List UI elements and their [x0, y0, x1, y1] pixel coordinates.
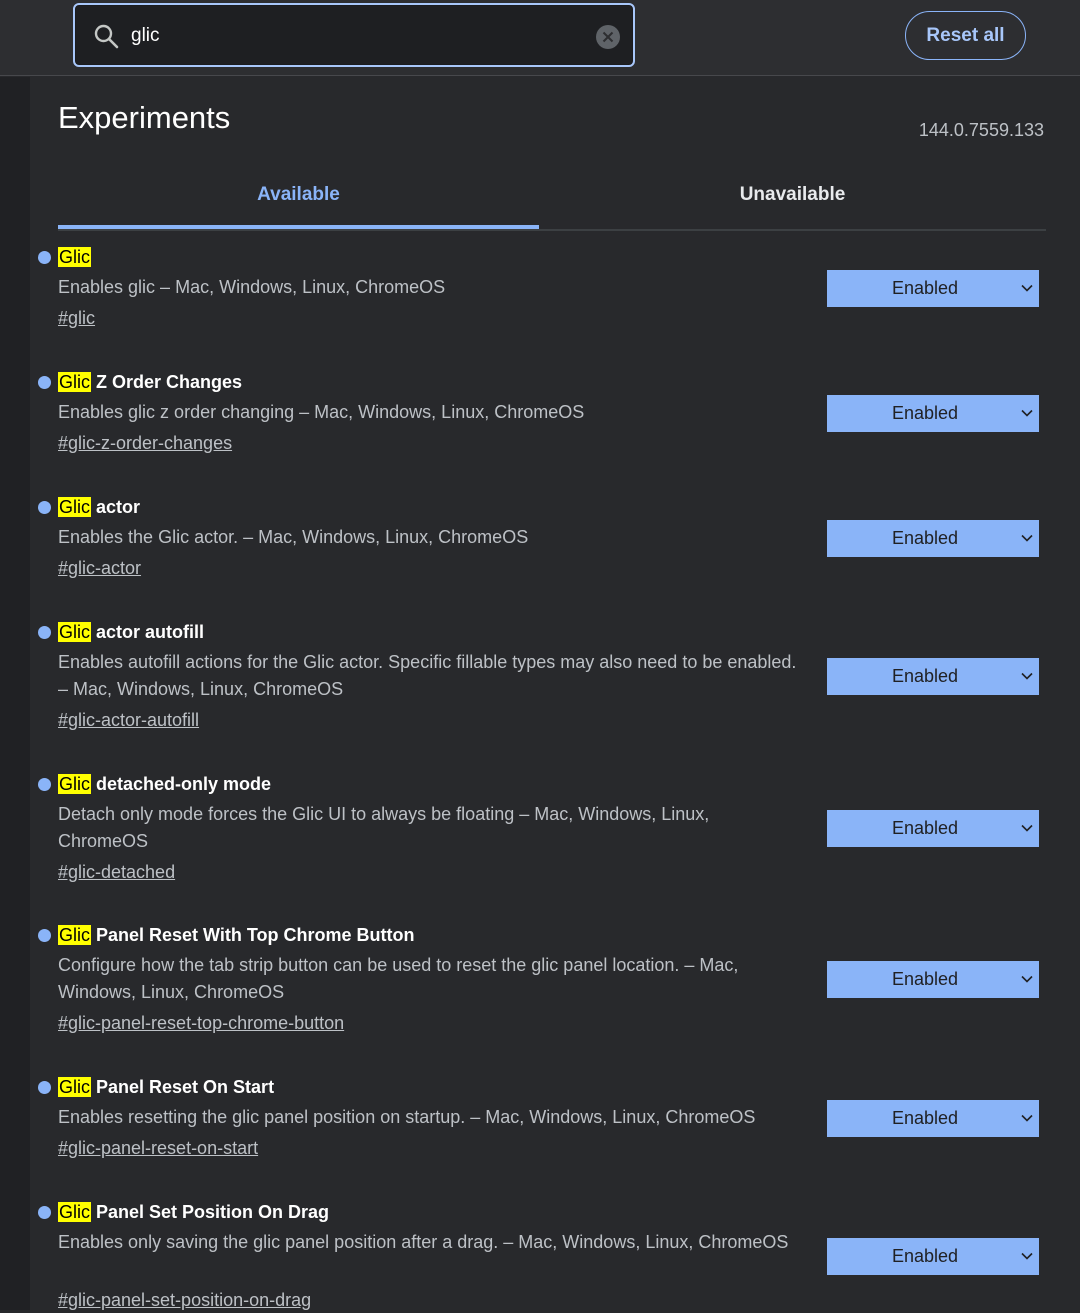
experiment-state-select[interactable]: Enabled — [827, 395, 1039, 432]
search-box[interactable] — [73, 3, 635, 67]
status-dot-icon — [38, 1206, 51, 1219]
status-dot-icon — [38, 929, 51, 942]
status-dot-icon — [38, 376, 51, 389]
page-title: Experiments — [58, 100, 231, 135]
search-match-highlight: Glic — [58, 925, 91, 945]
select-value: Enabled — [891, 1108, 959, 1128]
experiment-state-select[interactable]: Enabled — [827, 270, 1039, 307]
search-match-highlight: Glic — [58, 372, 91, 392]
experiment-link[interactable]: #glic-panel-reset-on-start — [58, 1135, 258, 1161]
left-gutter — [0, 77, 30, 1310]
experiment-description: Detach only mode forces the Glic UI to a… — [58, 804, 710, 851]
experiment-description: Configure how the tab strip button can b… — [58, 955, 739, 1002]
search-match-highlight: Glic — [58, 622, 91, 642]
experiment-description: Enables the Glic actor. – Mac, Windows, … — [58, 527, 529, 547]
status-dot-icon — [38, 626, 51, 639]
experiment-link[interactable]: #glic-z-order-changes — [58, 430, 232, 456]
experiment-item: Glic Panel Reset With Top Chrome Button … — [38, 922, 1048, 1052]
experiment-link[interactable]: #glic-actor-autofill — [58, 707, 199, 733]
experiment-description: Enables glic z order changing – Mac, Win… — [58, 402, 585, 422]
select-value: Enabled — [891, 528, 959, 548]
chevron-down-icon — [1021, 284, 1033, 292]
experiment-item: Glic Panel Reset On Start Enables resett… — [38, 1074, 1048, 1174]
experiment-item: Glic Enables glic – Mac, Windows, Linux,… — [38, 244, 1048, 344]
status-dot-icon — [38, 778, 51, 791]
experiment-title: Glic actor autofill — [58, 622, 205, 642]
experiment-link[interactable]: #glic-detached — [58, 859, 175, 885]
search-match-highlight: Glic — [58, 247, 91, 267]
experiment-title: Glic Panel Reset On Start — [58, 1077, 275, 1097]
select-value: Enabled — [891, 969, 959, 989]
chevron-down-icon — [1021, 1252, 1033, 1260]
chevron-down-icon — [1021, 975, 1033, 983]
reset-all-button[interactable]: Reset all — [905, 11, 1026, 60]
status-dot-icon — [38, 501, 51, 514]
search-match-highlight: Glic — [58, 1077, 91, 1097]
select-value: Enabled — [891, 818, 959, 838]
search-icon — [94, 24, 119, 49]
experiment-link[interactable]: #glic-panel-reset-top-chrome-button — [58, 1010, 344, 1036]
experiment-link[interactable]: #glic — [58, 305, 95, 331]
version-label: 144.0.7559.133 — [918, 120, 1044, 140]
status-dot-icon — [38, 251, 51, 264]
status-dot-icon — [38, 1081, 51, 1094]
experiment-title: Glic actor — [58, 497, 141, 517]
experiment-title: Glic detached-only mode — [58, 774, 272, 794]
experiment-item: Glic Z Order Changes Enables glic z orde… — [38, 369, 1048, 469]
chevron-down-icon — [1021, 1114, 1033, 1122]
tab-available[interactable]: Available — [58, 165, 539, 229]
experiment-state-select[interactable]: Enabled — [827, 658, 1039, 695]
tab-bar: Available Unavailable — [58, 165, 1046, 231]
experiment-state-select[interactable]: Enabled — [827, 810, 1039, 847]
experiment-state-select[interactable]: Enabled — [827, 961, 1039, 998]
clear-search-icon[interactable] — [595, 24, 621, 50]
search-match-highlight: Glic — [58, 497, 91, 517]
experiment-description: Enables autofill actions for the Glic ac… — [58, 652, 797, 699]
experiment-item: Glic Panel Set Position On Drag Enables … — [38, 1199, 1048, 1310]
experiment-state-select[interactable]: Enabled — [827, 1100, 1039, 1137]
experiment-description: Enables glic – Mac, Windows, Linux, Chro… — [58, 277, 446, 297]
experiment-link[interactable]: #glic-actor — [58, 555, 141, 581]
select-value: Enabled — [891, 403, 959, 423]
experiment-title: Glic Panel Set Position On Drag — [58, 1202, 330, 1222]
select-value: Enabled — [891, 666, 959, 686]
tab-unavailable[interactable]: Unavailable — [552, 165, 1033, 225]
experiment-state-select[interactable]: Enabled — [827, 520, 1039, 557]
experiment-item: Glic actor autofill Enables autofill act… — [38, 619, 1048, 749]
select-value: Enabled — [891, 1246, 959, 1266]
top-bar: Reset all — [0, 0, 1080, 76]
search-match-highlight: Glic — [58, 774, 91, 794]
chevron-down-icon — [1021, 409, 1033, 417]
experiment-title: Glic Panel Reset With Top Chrome Button — [58, 925, 415, 945]
search-match-highlight: Glic — [58, 1202, 91, 1222]
search-input[interactable] — [129, 19, 583, 53]
chevron-down-icon — [1021, 672, 1033, 680]
experiment-description: Enables resetting the glic panel positio… — [58, 1107, 756, 1127]
experiment-title: Glic — [58, 244, 91, 270]
experiment-link[interactable]: #glic-panel-set-position-on-drag — [58, 1287, 311, 1313]
experiments-panel: Experiments 144.0.7559.133 Available Una… — [30, 77, 1080, 1310]
experiment-item: Glic actor Enables the Glic actor. – Mac… — [38, 494, 1048, 594]
experiment-state-select[interactable]: Enabled — [827, 1238, 1039, 1275]
chevron-down-icon — [1021, 824, 1033, 832]
chevron-down-icon — [1021, 534, 1033, 542]
experiment-title: Glic Z Order Changes — [58, 372, 243, 392]
experiment-item: Glic detached-only mode Detach only mode… — [38, 771, 1048, 901]
experiment-description: Enables only saving the glic panel posit… — [58, 1232, 789, 1252]
select-value: Enabled — [891, 278, 959, 298]
